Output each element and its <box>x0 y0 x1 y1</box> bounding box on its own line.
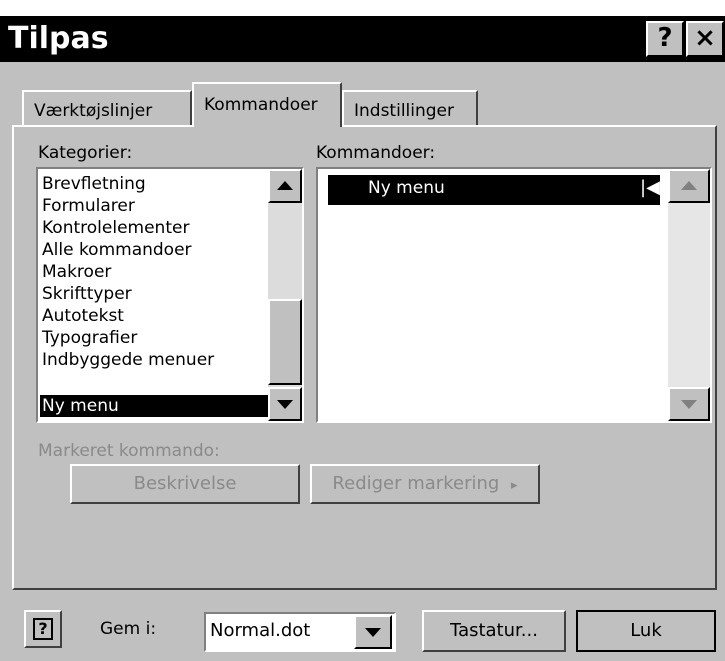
category-item[interactable]: Formularer <box>42 195 135 217</box>
category-item-selected[interactable]: Ny menu <box>40 395 270 417</box>
categories-scroll-thumb[interactable] <box>268 299 302 385</box>
arrow-up-icon <box>681 181 697 190</box>
commands-scroll-down[interactable] <box>668 387 710 421</box>
close-icon: × <box>694 23 716 53</box>
save-in-label: Gem i: <box>100 619 157 639</box>
save-in-dropdown-button[interactable] <box>354 615 392 649</box>
close-button[interactable]: Luk <box>576 610 716 652</box>
categories-scroll-up[interactable] <box>268 169 302 203</box>
arrow-down-icon <box>681 400 697 409</box>
arrow-right-icon: ▸ <box>511 478 518 493</box>
keyboard-button-label: Tastatur... <box>450 620 538 641</box>
arrow-up-icon <box>277 181 293 190</box>
command-item-selected[interactable]: Ny menu |◀ <box>325 172 663 208</box>
categories-listbox[interactable]: Brevfletning Formularer Kontrolelementer… <box>36 167 304 423</box>
chevron-down-icon <box>365 628 381 637</box>
title-bar <box>0 16 725 62</box>
categories-scroll-down[interactable] <box>268 387 302 421</box>
commands-scroll-up[interactable] <box>668 169 710 203</box>
commands-scrollbar[interactable] <box>668 169 710 421</box>
tab-indstillinger[interactable]: Indstillinger <box>342 90 478 126</box>
category-item[interactable]: Autotekst <box>42 305 124 327</box>
save-in-value: Normal.dot <box>210 620 311 641</box>
modify-selection-label: Rediger markering <box>332 473 500 494</box>
help-icon: ? <box>33 618 53 640</box>
command-item-label: Ny menu <box>368 178 445 198</box>
description-button-label: Beskrivelse <box>133 473 237 494</box>
help-title-button[interactable]: ? <box>646 21 684 57</box>
tab-vaerktojslinjer-label: Værktøjslinjer <box>34 101 153 121</box>
keyboard-button[interactable]: Tastatur... <box>422 610 566 652</box>
tab-kommandoer[interactable]: Kommandoer <box>192 82 342 127</box>
close-title-button[interactable]: × <box>686 21 724 57</box>
modify-selection-button[interactable]: Rediger markering ▸ <box>310 464 540 504</box>
category-item[interactable]: Brevfletning <box>42 173 146 195</box>
save-in-dropdown[interactable]: Normal.dot <box>204 612 396 652</box>
help-button[interactable]: ? <box>24 610 62 648</box>
categories-label: Kategorier: <box>38 143 133 163</box>
question-icon: ? <box>657 23 673 53</box>
tab-indstillinger-label: Indstillinger <box>354 101 455 121</box>
commands-listbox[interactable]: Ny menu |◀ <box>316 167 712 423</box>
category-item[interactable]: Alle kommandoer <box>42 239 192 261</box>
category-item[interactable]: Kontrolelementer <box>42 217 189 239</box>
category-item[interactable]: Typografier <box>42 327 137 349</box>
tab-vaerktojslinjer[interactable]: Værktøjslinjer <box>22 90 192 126</box>
selected-command-label: Markeret kommando: <box>38 441 220 461</box>
category-item[interactable]: Indbyggede menuer <box>42 349 214 371</box>
tab-kommandoer-label: Kommandoer <box>204 95 318 115</box>
description-button[interactable]: Beskrivelse <box>70 464 300 504</box>
commands-label: Kommandoer: <box>316 143 436 163</box>
close-button-label: Luk <box>630 620 662 641</box>
dialog-title: Tilpas <box>8 21 109 56</box>
category-item[interactable]: Skrifttyper <box>42 283 132 305</box>
category-item[interactable]: Makroer <box>42 261 111 283</box>
arrow-down-icon <box>277 400 293 409</box>
submenu-marker-icon: |◀ <box>640 177 660 198</box>
